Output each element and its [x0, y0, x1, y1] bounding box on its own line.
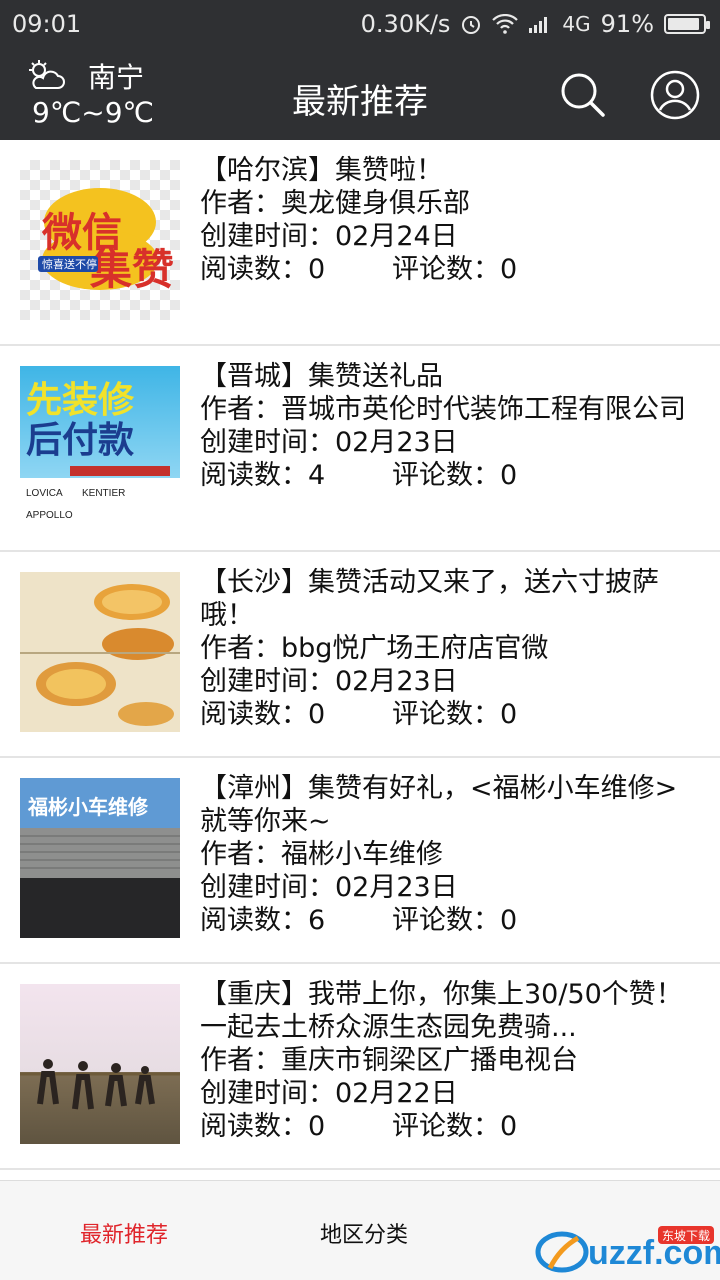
thumb-graphic [20, 584, 180, 726]
page-title: 最新推荐 [292, 82, 428, 122]
alarm-icon [462, 16, 481, 34]
item-title[interactable]: 【漳州】集赞有好礼，<福彬小车维修>就等你来~ [200, 772, 702, 838]
item-author: 作者：晋城市英伦时代装饰工程有限公司 [200, 394, 686, 425]
search-icon[interactable] [558, 70, 606, 118]
status-time: 09:01 [12, 10, 82, 38]
item-stats: 阅读数：0 评论数：0 [200, 698, 702, 731]
item-comments: 评论数：0 [392, 460, 518, 491]
item-text: 【晋城】集赞送礼品 作者：晋城市英伦时代装饰工程有限公司 创建时间：02月23日… [200, 360, 702, 492]
item-title[interactable]: 【重庆】我带上你，你集上30/50个赞！一起去土桥众源生态园免费骑... [200, 978, 702, 1044]
watermark-logo: uzzf.com 东坡下载 [535, 1226, 720, 1273]
tab-latest[interactable]: 最新推荐 [80, 1217, 168, 1249]
network-type: 4G [562, 12, 591, 36]
article-list: 微信 集赞 惊喜送不停 【哈尔滨】集赞啦！ 作者：奥龙健身俱乐部 创建时间：02… [0, 140, 720, 1180]
wifi-icon [492, 14, 519, 34]
app-header: 南宁 9℃~9℃ 最新推荐 [0, 50, 720, 140]
item-reads: 阅读数：4 [200, 460, 326, 491]
status-bar: 09:01 0.30K/s 4G 91% [0, 0, 720, 50]
signal-icon [529, 17, 548, 33]
item-text: 【长沙】集赞活动又来了，送六寸披萨哦！ 作者：bbg悦广场王府店官微 创建时间：… [200, 566, 702, 731]
item-comments: 评论数：0 [392, 254, 518, 285]
list-item[interactable]: 【长沙】集赞活动又来了，送六寸披萨哦！ 作者：bbg悦广场王府店官微 创建时间：… [0, 552, 720, 758]
item-text: 【漳州】集赞有好礼，<福彬小车维修>就等你来~ 作者：福彬小车维修 创建时间：0… [200, 772, 702, 937]
battery-nub [706, 21, 710, 29]
item-author: 作者：福彬小车维修 [200, 839, 443, 870]
item-comments: 评论数：0 [392, 905, 518, 936]
item-reads: 阅读数：0 [200, 699, 326, 730]
item-title[interactable]: 【长沙】集赞活动又来了，送六寸披萨哦！ [200, 566, 702, 632]
battery-fill [668, 18, 699, 30]
item-comments: 评论数：0 [392, 699, 518, 730]
thumb-text-2: 集赞 [89, 246, 174, 293]
item-stats: 阅读数：6 评论数：0 [200, 904, 702, 937]
thumb-tag: 惊喜送不停 [42, 257, 97, 271]
item-reads: 阅读数：0 [200, 1111, 326, 1142]
user-icon[interactable] [650, 70, 700, 120]
item-comments: 评论数：0 [392, 1111, 518, 1142]
item-stats: 阅读数：0 评论数：0 [200, 1110, 702, 1143]
item-created: 创建时间：02月23日 [200, 872, 458, 903]
net-speed: 0.30K/s [360, 10, 451, 38]
status-right: 0.30K/s 4G 91% [360, 10, 710, 38]
list-item[interactable]: 微信 集赞 惊喜送不停 【哈尔滨】集赞啦！ 作者：奥龙健身俱乐部 创建时间：02… [0, 140, 720, 346]
item-stats: 阅读数：4 评论数：0 [200, 459, 702, 492]
item-created: 创建时间：02月23日 [200, 427, 458, 458]
item-reads: 阅读数：6 [200, 905, 326, 936]
item-created: 创建时间：02月23日 [200, 666, 458, 697]
battery-percent: 91% [600, 10, 654, 38]
tab-region[interactable]: 地区分类 [320, 1217, 408, 1249]
brand-1: LOVICA [26, 488, 63, 499]
item-text: 【哈尔滨】集赞啦！ 作者：奥龙健身俱乐部 创建时间：02月24日 阅读数：0 评论… [200, 154, 702, 286]
item-created: 创建时间：02月22日 [200, 1078, 458, 1109]
thumbnail-image [20, 572, 180, 732]
item-text: 【重庆】我带上你，你集上30/50个赞！一起去土桥众源生态园免费骑... 作者：… [200, 978, 702, 1143]
thumb-graphic: 先装修 后付款 LOVICA KENTIER APPOLLO [26, 379, 170, 521]
thumb-graphic: 微信 集赞 惊喜送不停 [38, 188, 174, 293]
item-author: 作者：重庆市铜梁区广播电视台 [200, 1045, 578, 1076]
thumb-graphic: 福彬小车维修 [20, 778, 180, 938]
list-item[interactable]: 先装修 后付款 LOVICA KENTIER APPOLLO 【晋城】集赞送礼品… [0, 346, 720, 552]
thumb-text-2: 后付款 [26, 419, 134, 460]
thumbnail-image: 先装修 后付款 LOVICA KENTIER APPOLLO [20, 366, 180, 526]
thumbnail-image: 微信 集赞 惊喜送不停 [20, 160, 180, 320]
brand-2: KENTIER [82, 488, 125, 499]
item-title[interactable]: 【晋城】集赞送礼品 [200, 360, 702, 393]
item-author: 作者：奥龙健身俱乐部 [200, 188, 470, 219]
thumbnail-image: 福彬小车维修 [20, 778, 180, 938]
item-title[interactable]: 【哈尔滨】集赞啦！ [200, 154, 702, 187]
item-reads: 阅读数：0 [200, 254, 326, 285]
thumb-text-1: 先装修 [26, 379, 135, 420]
watermark-badge: 东坡下载 [662, 1229, 710, 1243]
list-item[interactable]: 福彬小车维修 【漳州】集赞有好礼，<福彬小车维修>就等你来~ 作者：福彬小车维修… [0, 758, 720, 964]
brand-3: APPOLLO [26, 510, 73, 521]
shop-sign: 福彬小车维修 [27, 795, 149, 819]
item-stats: 阅读数：0 评论数：0 [200, 253, 702, 286]
battery-icon [664, 14, 710, 34]
list-item[interactable]: 【重庆】我带上你，你集上30/50个赞！一起去土桥众源生态园免费骑... 作者：… [0, 964, 720, 1170]
thumb-graphic [20, 1059, 180, 1110]
thumbnail-image [20, 984, 180, 1144]
item-created: 创建时间：02月24日 [200, 221, 458, 252]
item-author: 作者：bbg悦广场王府店官微 [200, 633, 549, 664]
